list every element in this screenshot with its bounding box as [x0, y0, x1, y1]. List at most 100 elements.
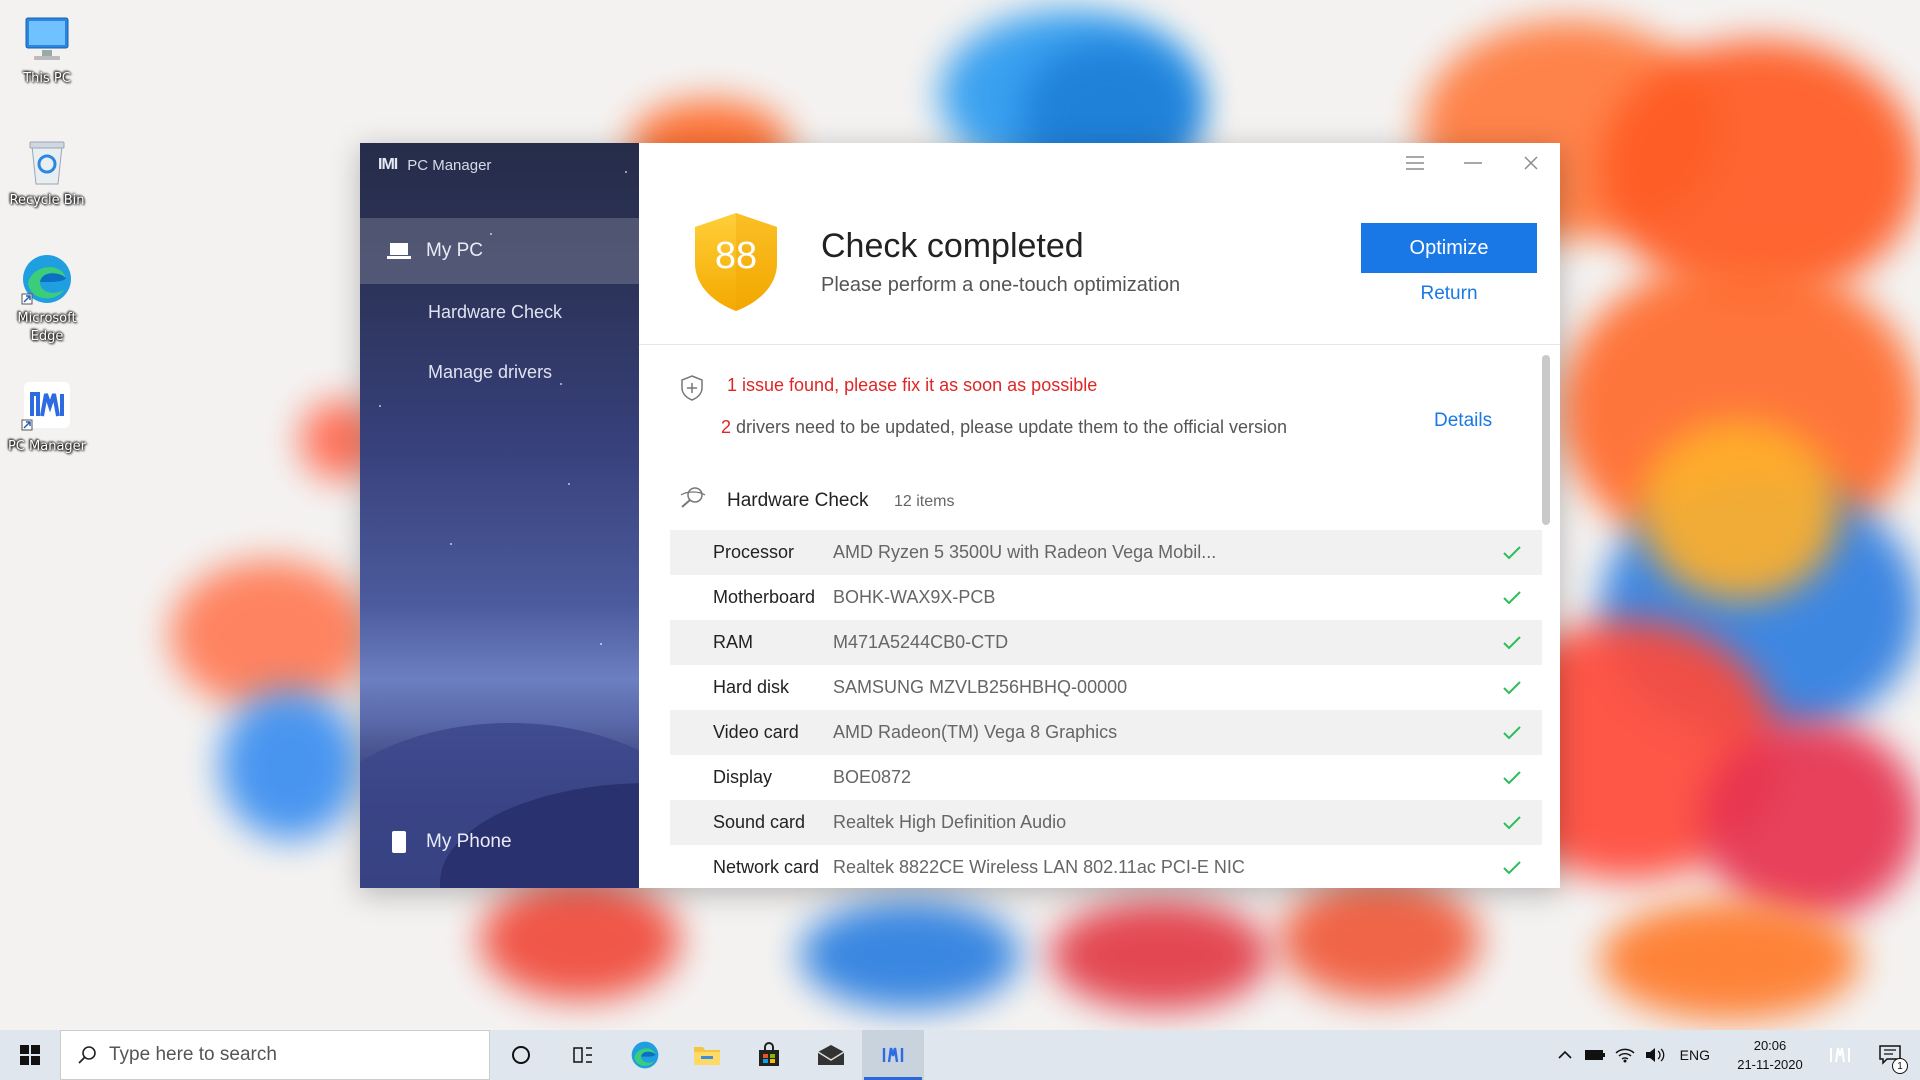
- issue-message: 1 issue found, please fix it as soon as …: [727, 375, 1097, 396]
- check-summary-header: 88 Check completed Please perform a one-…: [639, 143, 1560, 345]
- hardware-row-value: SAMSUNG MZVLB256HBHQ-00000: [833, 677, 1128, 697]
- return-link[interactable]: Return: [1361, 283, 1537, 305]
- hardware-scan-icon: [680, 487, 706, 508]
- hardware-row: Hard disk SAMSUNG MZVLB256HBHQ-00000: [670, 665, 1542, 710]
- hardware-row-value: BOE0872: [833, 767, 912, 787]
- issue-text: issue found, please fix it as soon as po…: [737, 375, 1098, 395]
- notification-center-button[interactable]: 1: [1860, 1030, 1920, 1080]
- hardware-row-value: AMD Ryzen 5 3500U with Radeon Vega Mobil…: [833, 542, 1217, 562]
- taskbar-pc-manager[interactable]: [862, 1030, 924, 1080]
- edge-icon: [631, 1041, 659, 1069]
- notification-badge: 1: [1892, 1058, 1908, 1074]
- app-logo-icon: IMI: [378, 156, 398, 173]
- mail-icon: [817, 1045, 845, 1065]
- pc-manager-window: IMI PC Manager My PC Hardware Check Mana…: [360, 143, 1560, 888]
- taskbar-search-box[interactable]: Type here to search: [60, 1030, 490, 1080]
- phone-icon: [382, 830, 416, 854]
- hardware-row-value: M471A5244CB0-CTD: [833, 632, 1009, 652]
- sidebar-item-manage-drivers[interactable]: Manage drivers: [428, 362, 552, 383]
- pc-manager-icon: [20, 380, 74, 434]
- main-panel: 88 Check completed Please perform a one-…: [639, 143, 1560, 888]
- issue-count: 1: [727, 375, 738, 395]
- battery-icon[interactable]: [1580, 1030, 1610, 1080]
- hardware-list: Processor AMD Ryzen 5 3500U with Radeon V…: [670, 530, 1542, 888]
- taskbar: Type here to search ENG 20:06 21-11-2020…: [0, 1030, 1920, 1080]
- folder-icon: [694, 1047, 720, 1065]
- hardware-row: Sound card Realtek High Definition Audio: [670, 800, 1542, 845]
- sidebar-item-my-pc[interactable]: My PC: [360, 218, 639, 284]
- health-score: 88: [714, 235, 758, 277]
- app-title-bar: IMI PC Manager: [378, 153, 491, 177]
- hardware-row-value: AMD Radeon(TM) Vega 8 Graphics: [833, 722, 1118, 742]
- hardware-row-label: Video card: [713, 722, 799, 742]
- clock-time: 20:06: [1753, 1038, 1787, 1053]
- hardware-row-value: Realtek 8822CE Wireless LAN 802.11ac PCI…: [833, 857, 1245, 877]
- recycle-bin-icon: [20, 134, 74, 188]
- hardware-row: Processor AMD Ryzen 5 3500U with Radeon V…: [670, 530, 1542, 575]
- checkmark-icon: [1482, 725, 1542, 740]
- windows-icon: [20, 1045, 40, 1065]
- sidebar-item-hardware-check[interactable]: Hardware Check: [428, 302, 562, 323]
- task-view-button[interactable]: [552, 1030, 614, 1080]
- store-icon: [759, 1042, 779, 1066]
- search-placeholder: Type here to search: [109, 1044, 277, 1065]
- check-title: Check completed: [821, 227, 1084, 265]
- shield-plus-icon: [681, 375, 703, 401]
- checkmark-icon: [1482, 770, 1542, 785]
- language-indicator[interactable]: ENG: [1670, 1047, 1720, 1063]
- hardware-row: Video card AMD Radeon(TM) Vega 8 Graphics: [670, 710, 1542, 755]
- desktop-icon-recycle-bin[interactable]: Recycle Bin: [4, 134, 90, 210]
- desktop-icon-this-pc[interactable]: This PC: [4, 12, 90, 88]
- hardware-item-count: 12 items: [894, 493, 955, 510]
- hardware-row: Display BOE0872: [670, 755, 1542, 800]
- taskbar-file-explorer[interactable]: [676, 1030, 738, 1080]
- hardware-row-label: Sound card: [713, 812, 806, 832]
- hardware-row: RAM M471A5244CB0-CTD: [670, 620, 1542, 665]
- pc-manager-icon: [882, 1047, 904, 1063]
- start-button[interactable]: [0, 1030, 60, 1080]
- optimize-button[interactable]: Optimize: [1361, 223, 1537, 273]
- taskbar-store[interactable]: [738, 1030, 800, 1080]
- hardware-row-label: Network card: [713, 857, 820, 877]
- hardware-row: Network card Realtek 8822CE Wireless LAN …: [670, 845, 1542, 888]
- system-tray: ENG 20:06 21-11-2020 1: [1550, 1030, 1920, 1080]
- hardware-row-label: RAM: [713, 632, 753, 652]
- checkmark-icon: [1482, 545, 1542, 560]
- scrollbar-thumb[interactable]: [1542, 355, 1550, 525]
- hardware-row-value: BOHK-WAX9X-PCB: [833, 587, 996, 607]
- chevron-up-icon[interactable]: [1550, 1030, 1580, 1080]
- sidebar: IMI PC Manager My PC Hardware Check Mana…: [360, 143, 639, 888]
- checkmark-icon: [1482, 815, 1542, 830]
- driver-message: 2 drivers need to be updated, please upd…: [721, 417, 1287, 438]
- sidebar-item-label: My Phone: [426, 831, 512, 852]
- app-title: PC Manager: [407, 156, 492, 174]
- hardware-row-value: Realtek High Definition Audio: [833, 812, 1067, 832]
- hardware-row-label: Processor: [713, 542, 795, 562]
- driver-count: 2: [721, 417, 732, 437]
- checkmark-icon: [1482, 590, 1542, 605]
- volume-icon[interactable]: [1640, 1030, 1670, 1080]
- driver-text: drivers need to be updated, please updat…: [731, 417, 1288, 437]
- checkmark-icon: [1482, 860, 1542, 875]
- hardware-row-label: Display: [713, 767, 773, 787]
- search-icon: [78, 1046, 96, 1064]
- pc-manager-tray-icon[interactable]: [1820, 1030, 1860, 1080]
- checkmark-icon: [1482, 680, 1542, 695]
- checkmark-icon: [1482, 635, 1542, 650]
- task-view-icon: [573, 1047, 592, 1063]
- desktop-icon-pc-manager[interactable]: PC Manager: [4, 380, 90, 456]
- sidebar-item-label: My PC: [426, 240, 483, 261]
- hardware-row: Motherboard BOHK-WAX9X-PCB: [670, 575, 1542, 620]
- wifi-icon[interactable]: [1610, 1030, 1640, 1080]
- taskbar-mail[interactable]: [800, 1030, 862, 1080]
- hardware-row-label: Hard disk: [713, 677, 790, 697]
- hardware-row-label: Motherboard: [713, 587, 816, 607]
- sidebar-item-my-phone[interactable]: My Phone: [360, 809, 639, 875]
- cortana-icon: [512, 1046, 530, 1064]
- clock[interactable]: 20:06 21-11-2020: [1720, 1036, 1820, 1074]
- check-subtitle: Please perform a one-touch optimization: [821, 274, 1181, 296]
- cortana-button[interactable]: [490, 1030, 552, 1080]
- desktop-icon-edge[interactable]: Microsoft Edge: [4, 252, 90, 346]
- details-link[interactable]: Details: [1434, 410, 1492, 432]
- taskbar-edge[interactable]: [614, 1030, 676, 1080]
